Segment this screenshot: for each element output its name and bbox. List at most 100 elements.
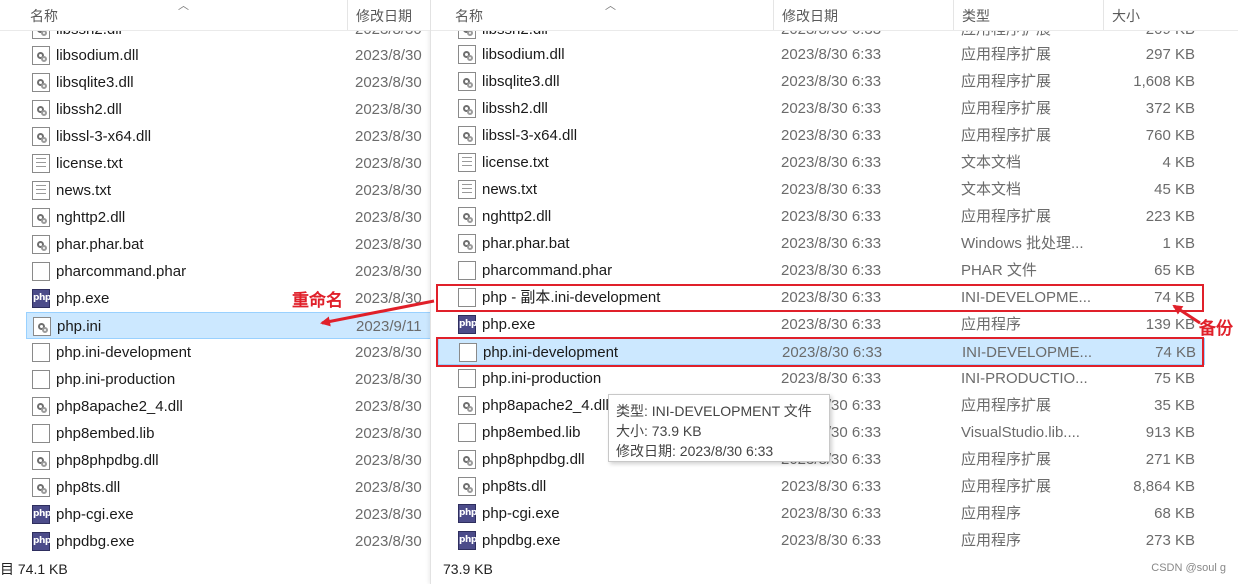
file-date: 2023/8/30 6:33 (781, 208, 882, 225)
file-row[interactable]: pharcommand.phar 2023/8/30 (0, 258, 430, 285)
file-row[interactable]: libssh2.dll 2023/8/30 (0, 96, 430, 123)
gear-glyph (41, 218, 47, 224)
column-header-date[interactable]: 修改日期 (773, 0, 953, 30)
file-date: 2023/8/30 6:33 (781, 127, 882, 144)
original-highlight-box (436, 337, 1204, 367)
file-name: license.txt (482, 154, 549, 171)
file-row[interactable]: php php-cgi.exe 2023/8/30 6:33 应用程序 68 KB (431, 500, 1238, 527)
file-row[interactable]: nghttp2.dll 2023/8/30 6:33 应用程序扩展 223 KB (431, 203, 1238, 230)
text-file-icon (32, 154, 50, 173)
file-row[interactable]: php8phpdbg.dll 2023/8/30 6:33 应用程序扩展 271 KB (431, 446, 1238, 473)
file-date: 2023/8/30 (355, 371, 422, 388)
file-row[interactable]: php8ts.dll 2023/8/30 (0, 474, 430, 501)
file-row[interactable]: nghttp2.dll 2023/8/30 (0, 204, 430, 231)
file-date: 2023/8/30 6:33 (781, 532, 882, 549)
gear-glyph (41, 110, 47, 116)
file-size: 223 KB (1145, 208, 1195, 225)
file-name: libsqlite3.dll (482, 73, 560, 90)
file-size: 760 KB (1145, 127, 1195, 144)
file-row[interactable]: pharcommand.phar 2023/8/30 6:33 PHAR 文件 65 … (431, 257, 1238, 284)
file-date: 2023/9/11 (356, 318, 422, 335)
file-row[interactable]: php.ini-production 2023/8/30 (0, 366, 430, 393)
file-row[interactable]: php8apache2_4.dll 2023/8/30 6:33 应用程序扩展 35 … (431, 392, 1238, 419)
file-name: news.txt (56, 182, 112, 199)
file-date: 2023/8/30 6:33 (781, 73, 882, 90)
dll-gear-icon (32, 208, 50, 227)
file-row[interactable]: php.ini-production 2023/8/30 6:33 INI-PROD… (431, 365, 1238, 392)
file-date: 2023/8/30 (355, 344, 422, 361)
file-row[interactable]: php phpdbg.exe 2023/8/30 6:33 应用程序 273 KB (431, 527, 1238, 554)
file-row[interactable]: libsqlite3.dll 2023/8/30 6:33 应用程序扩展 1,608 … (431, 68, 1238, 95)
file-date: 2023/8/30 (355, 47, 422, 64)
php-exe-icon: php (458, 504, 477, 523)
file-size: 1 KB (1162, 235, 1195, 252)
file-name: php8ts.dll (56, 479, 121, 496)
file-row[interactable]: phar.phar.bat 2023/8/30 (0, 231, 430, 258)
sort-ascending-icon: ︿ (605, 0, 616, 12)
file-row[interactable]: php.ini 2023/9/11 (26, 312, 430, 339)
file-row[interactable]: php8ts.dll 2023/8/30 6:33 应用程序扩展 8,864 KB (431, 473, 1238, 500)
file-size: 4 KB (1162, 154, 1195, 171)
file-row[interactable]: php.ini-development 2023/8/30 (0, 339, 430, 366)
column-header-date[interactable]: 修改日期 (347, 0, 430, 30)
file-name: libsodium.dll (482, 46, 565, 63)
file-name: nghttp2.dll (56, 209, 126, 226)
file-row[interactable]: php php-cgi.exe 2023/8/30 (0, 501, 430, 528)
php-exe-icon: php (32, 289, 51, 308)
file-row[interactable]: php8apache2_4.dll 2023/8/30 (0, 393, 430, 420)
file-name: php.ini-development (56, 344, 192, 361)
dll-gear-icon (458, 72, 476, 91)
file-row[interactable]: news.txt 2023/8/30 (0, 177, 430, 204)
file-row[interactable]: libsodium.dll 2023/8/30 6:33 应用程序扩展 297 KB (431, 41, 1238, 68)
rename-annotation: 重命名 (292, 291, 343, 310)
php-exe-icon: php (458, 531, 477, 550)
file-date: 2023/8/30 (355, 263, 422, 280)
file-type: 应用程序扩展 (961, 397, 1052, 414)
file-name: php.exe (482, 316, 536, 333)
file-size: 45 KB (1154, 181, 1195, 198)
file-type: 应用程序 (961, 505, 1022, 522)
file-name: libsodium.dll (56, 47, 139, 64)
file-name: nghttp2.dll (482, 208, 552, 225)
file-row[interactable]: libssl-3-x64.dll 2023/8/30 (0, 123, 430, 150)
file-name: php.ini-production (56, 371, 176, 388)
blank-file-icon (32, 370, 50, 389)
blank-file-icon (32, 343, 50, 362)
batch-gear-icon (458, 234, 476, 253)
file-row[interactable]: license.txt 2023/8/30 (0, 150, 430, 177)
file-row[interactable]: php8embed.lib 2023/8/30 (0, 420, 430, 447)
file-row[interactable]: libssl-3-x64.dll 2023/8/30 6:33 应用程序扩展 760 … (431, 122, 1238, 149)
column-header-type[interactable]: 类型 (953, 0, 1103, 30)
gear-glyph (42, 327, 48, 333)
file-row[interactable]: libsodium.dll 2023/8/30 (0, 42, 430, 69)
file-row[interactable]: news.txt 2023/8/30 6:33 文本文档 45 KB (431, 176, 1238, 203)
tooltip-size: 大小: 73.9 KB (616, 423, 702, 439)
gear-glyph (467, 244, 473, 250)
column-header-size[interactable]: 大小 (1103, 0, 1203, 30)
file-row[interactable]: libssh2.dll 2023/8/30 6:33 应用程序扩展 372 KB (431, 95, 1238, 122)
file-date: 2023/8/30 (355, 155, 422, 172)
file-row[interactable]: libsqlite3.dll 2023/8/30 (0, 69, 430, 96)
file-row[interactable]: php php.exe 2023/8/30 6:33 应用程序 139 KB (431, 311, 1238, 338)
file-row[interactable]: php phpdbg.exe 2023/8/30 (0, 528, 430, 555)
file-row[interactable]: php8embed.lib 2023/8/30 6:33 VisualStudio.… (431, 419, 1238, 446)
file-row[interactable]: php php.exe 2023/8/30 (0, 285, 430, 312)
batch-gear-icon (32, 235, 50, 254)
column-header-bar: 名称 ︿ 修改日期 类型 大小 (431, 0, 1238, 31)
text-file-icon (32, 181, 50, 200)
file-name: php-cgi.exe (482, 505, 560, 522)
file-size: 65 KB (1154, 262, 1195, 279)
file-date: 2023/8/30 6:33 (781, 100, 882, 117)
file-size: 35 KB (1154, 397, 1195, 414)
file-name: phpdbg.exe (482, 532, 561, 549)
file-date: 2023/8/30 (355, 290, 422, 307)
file-name: php8phpdbg.dll (56, 452, 159, 469)
file-date: 2023/8/30 6:33 (781, 370, 882, 387)
file-row[interactable]: phar.phar.bat 2023/8/30 6:33 Windows 批处理..… (431, 230, 1238, 257)
gear-glyph (41, 245, 47, 251)
file-name: phar.phar.bat (482, 235, 570, 252)
file-row[interactable]: license.txt 2023/8/30 6:33 文本文档 4 KB (431, 149, 1238, 176)
file-date: 2023/8/30 (355, 479, 422, 496)
file-row[interactable]: php8phpdbg.dll 2023/8/30 (0, 447, 430, 474)
file-date: 2023/8/30 (355, 452, 422, 469)
